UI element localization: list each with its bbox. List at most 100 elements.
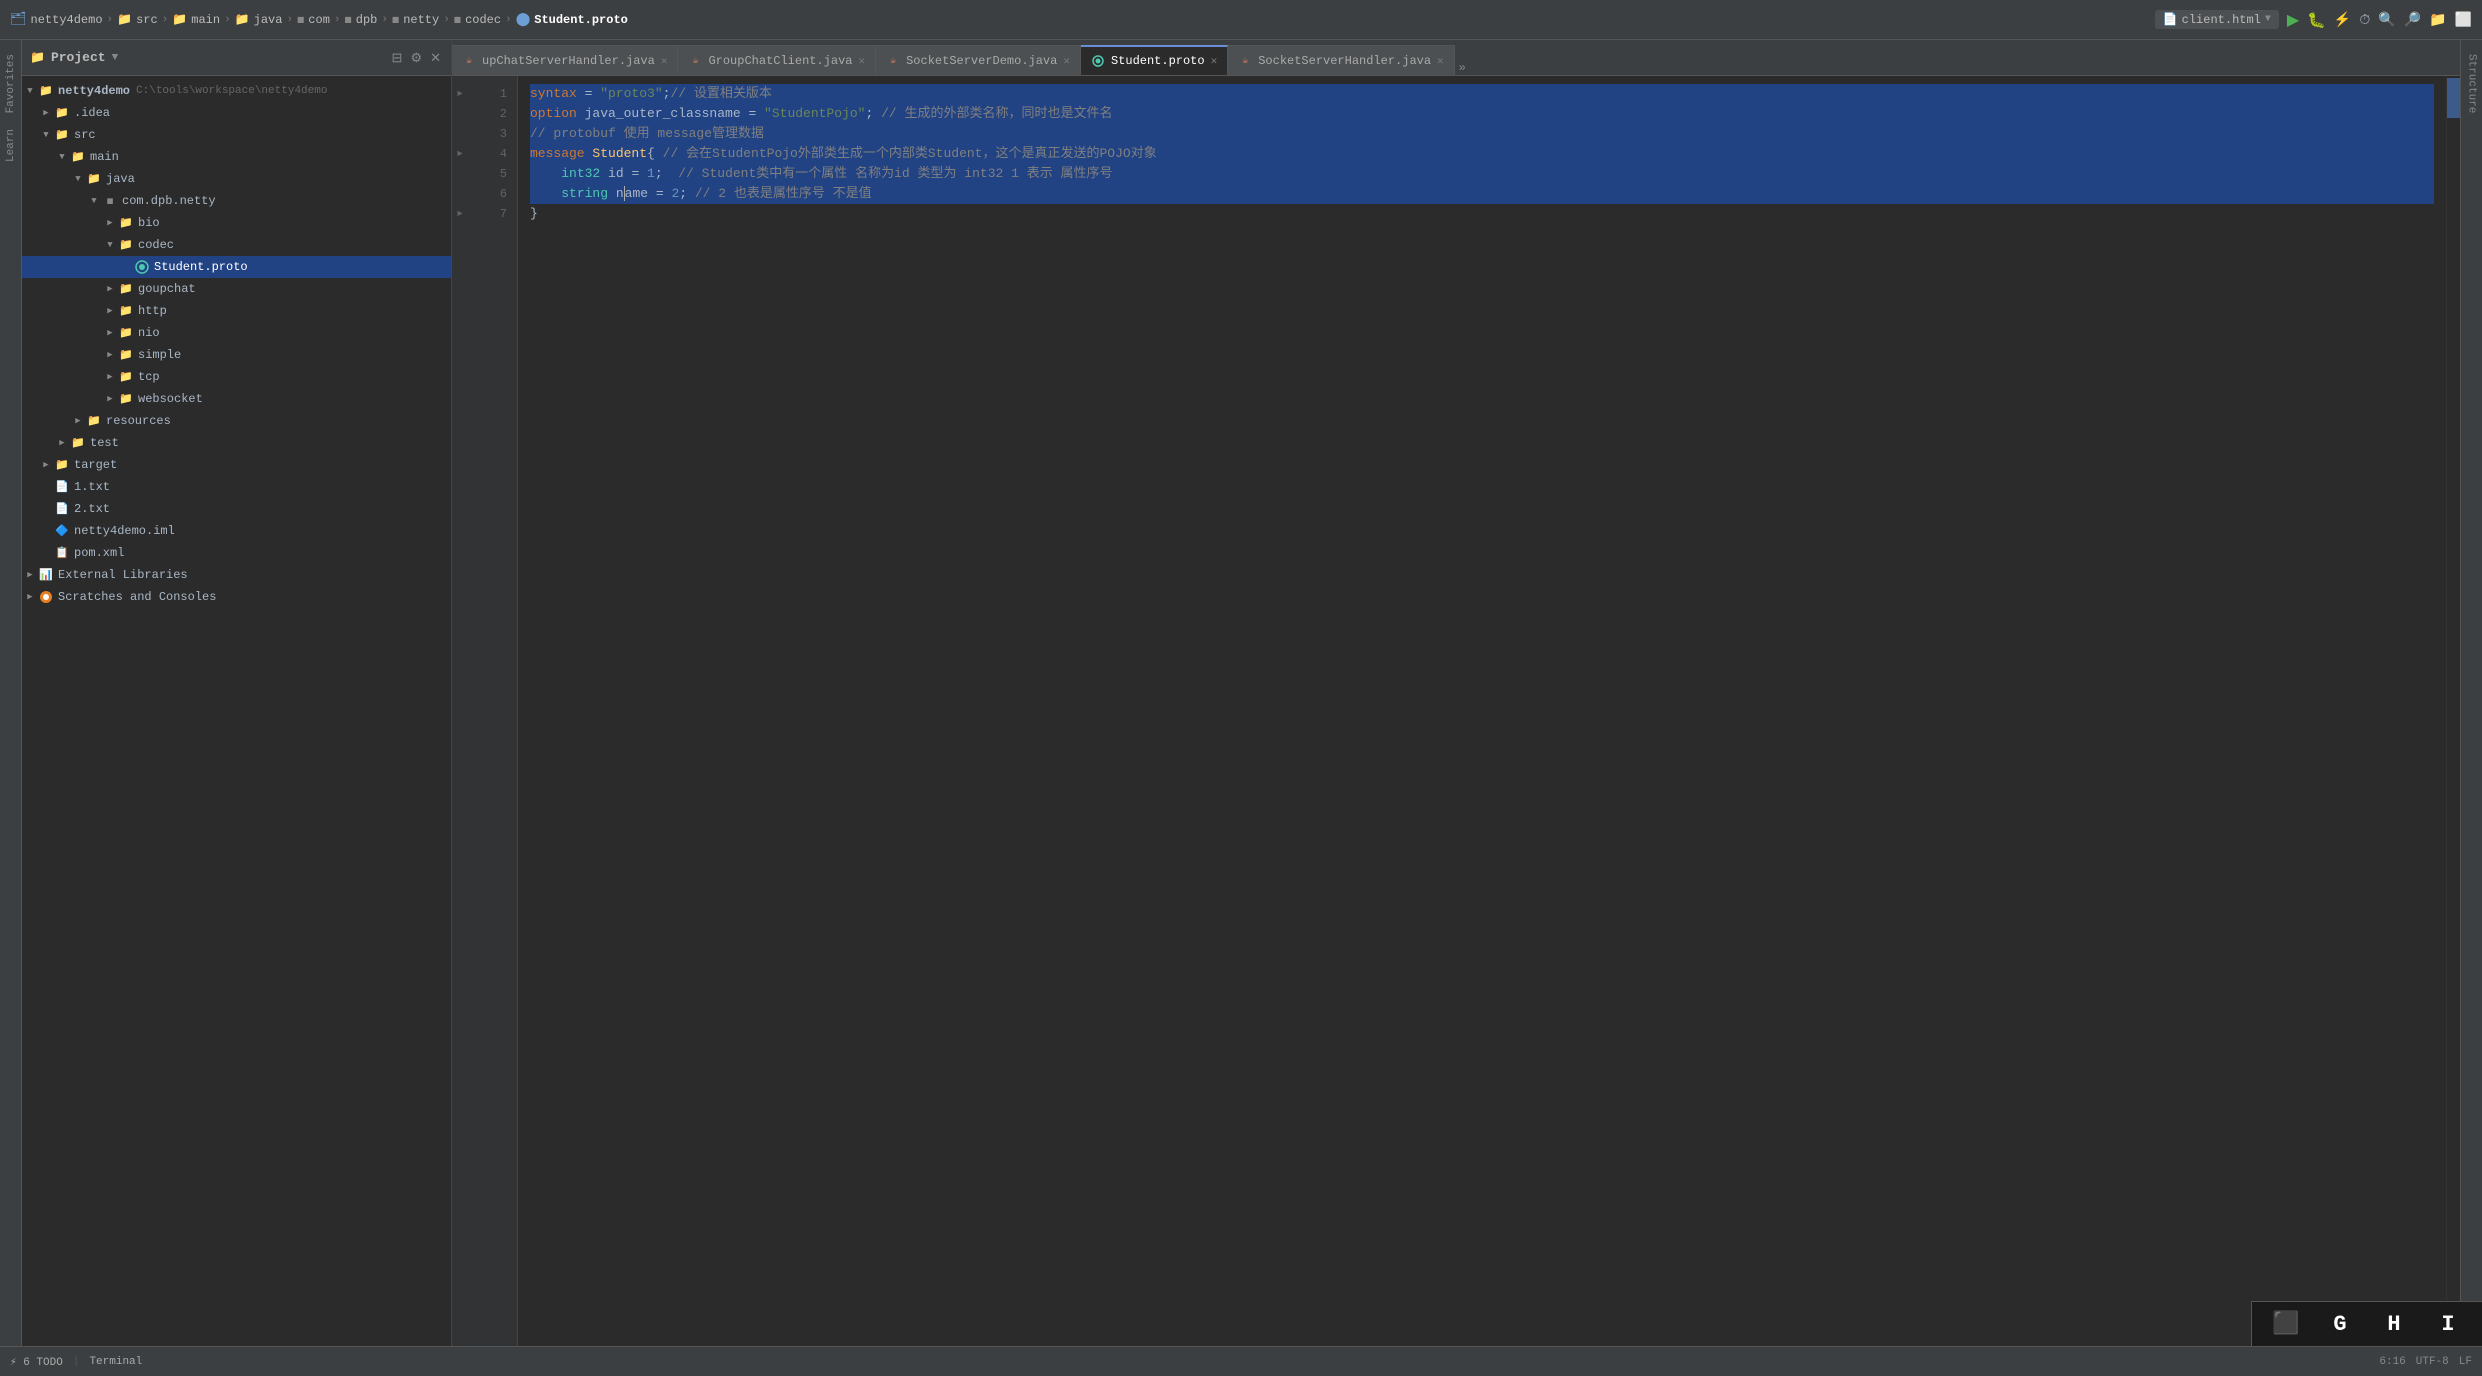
line-ending-indicator[interactable]: LF [2459,1356,2472,1368]
line-num-1: 1 [468,84,517,104]
code-line-4: message Student{ // 会在StudentPojo外部类生成一个… [530,144,2434,164]
tree-item-nio[interactable]: 📁 nio [22,322,451,344]
tree-item-ext-libs[interactable]: 📊 External Libraries [22,564,451,586]
resources-folder-icon: 📁 [86,413,102,429]
tree-label-scratches: Scratches and Consoles [58,590,216,604]
breadcrumb-dpb[interactable]: dpb [356,13,378,27]
debug-button[interactable]: 🐛 [2307,11,2326,29]
todo-button[interactable]: ⚡ 6 TODO [10,1355,63,1369]
scroll-gutter[interactable] [2446,76,2460,1376]
tab-overflow-button[interactable]: » [1459,61,1466,75]
tree-item-src[interactable]: 📁 src [22,124,451,146]
terminal-button[interactable]: Terminal [89,1356,142,1368]
indent-5 [530,166,561,181]
tree-item-idea[interactable]: 📁 .idea [22,102,451,124]
tree-item-student-proto[interactable]: Student.proto [22,256,451,278]
package-codec-icon: ◼ [454,12,461,27]
breadcrumb-netty4demo[interactable]: netty4demo [31,13,103,27]
encoding-indicator[interactable]: UTF-8 [2416,1356,2449,1368]
tree-item-pom-xml[interactable]: 📋 pom.xml [22,542,451,564]
folder-main-icon: 📁 [172,12,187,27]
test-folder-icon: 📁 [70,435,86,451]
gutter-indicator-4: ► [452,144,468,164]
sidebar-learn-label[interactable]: Learn [3,121,19,170]
gutter-indicator-6 [452,184,468,204]
structure-label[interactable]: Structure [2464,46,2480,121]
tree-item-websocket[interactable]: 📁 websocket [22,388,451,410]
pom-xml-icon: 📋 [54,545,70,561]
tree-item-bio[interactable]: 📁 bio [22,212,451,234]
tab-socketserverhandler-label: SocketServerHandler.java [1258,54,1431,68]
tab-socketserverdemo-close[interactable]: ✕ [1063,54,1070,68]
tab-studentproto-close[interactable]: ✕ [1211,54,1218,68]
tree-label-http: http [138,304,167,318]
semi-2: ; [865,106,881,121]
tree-item-java[interactable]: 📁 java [22,168,451,190]
breadcrumb-codec[interactable]: codec [465,13,501,27]
breadcrumb-src[interactable]: src [136,13,158,27]
cmt-4: // 会在StudentPojo外部类生成一个内部类Student，这个是真正发… [663,146,1157,161]
gutter-indicator-7: ► [452,204,468,224]
semi-5: ; [655,166,678,181]
tab-studentproto[interactable]: Student.proto ✕ [1081,45,1228,75]
tab-groupchatclient[interactable]: ☕ GroupChatClient.java ✕ [678,45,876,75]
field-id: id = [600,166,647,181]
tree-arrow-idea [38,108,54,118]
option-name: java_outer_classname = [577,106,764,121]
tree-item-netty4demo-iml[interactable]: 🔷 netty4demo.iml [22,520,451,542]
tree-item-target[interactable]: 📁 target [22,454,451,476]
scroll-thumb[interactable] [2447,78,2460,118]
profile-button[interactable]: ⏱ [2359,11,2370,28]
tab-socketserverhandler[interactable]: ☕ SocketServerHandler.java ✕ [1228,45,1454,75]
breadcrumb-com[interactable]: com [308,13,330,27]
run-button[interactable]: ▶ [2287,10,2299,30]
settings-button[interactable]: 📁 [2429,11,2446,28]
breadcrumb-studentproto[interactable]: Student.proto [534,13,628,27]
tab-bar: ☕ upChatServerHandler.java ✕ ☕ GroupChat… [452,40,2460,76]
taskbar-h[interactable]: H [2376,1306,2412,1342]
taskbar-usb[interactable]: ⬛ [2268,1306,2304,1342]
maximize-button[interactable]: ⬜ [2455,11,2472,28]
tree-item-com-dpb-netty[interactable]: ◼ com.dpb.netty [22,190,451,212]
panel-close-button[interactable]: ✕ [428,48,443,68]
tab-socketserverdemo[interactable]: ☕ SocketServerDemo.java ✕ [876,45,1081,75]
taskbar-i[interactable]: I [2430,1306,2466,1342]
tree-item-http[interactable]: 📁 http [22,300,451,322]
tree-arrow-websocket [102,394,118,404]
tree-item-1txt[interactable]: 📄 1.txt [22,476,451,498]
tab-groupchat[interactable]: ☕ upChatServerHandler.java ✕ [452,45,678,75]
breadcrumb-java[interactable]: java [254,13,283,27]
taskbar-g[interactable]: G [2322,1306,2358,1342]
panel-settings-button[interactable]: ⚙ [408,48,424,68]
tree-item-test[interactable]: 📁 test [22,432,451,454]
breadcrumb-main[interactable]: main [191,13,220,27]
tab-groupchatclient-close[interactable]: ✕ [858,54,865,68]
run-config-selector[interactable]: 📄 client.html ▼ [2155,10,2279,29]
letter-g-icon: G [2333,1312,2346,1337]
tree-item-netty4demo[interactable]: 📁 netty4demo C:\tools\workspace\netty4de… [22,80,451,102]
tree-item-simple[interactable]: 📁 simple [22,344,451,366]
goupchat-folder-icon: 📁 [118,281,134,297]
code-editor[interactable]: syntax = "proto3";// 设置相关版本 option java_… [518,76,2446,1376]
tree-label-goupchat: goupchat [138,282,196,296]
panel-collapse-all-button[interactable]: ⊟ [390,48,405,68]
coverage-button[interactable]: ⚡ [2334,11,2351,28]
tree-item-goupchat[interactable]: 📁 goupchat [22,278,451,300]
sidebar-favorites-label[interactable]: Favorites [3,46,19,121]
tree-item-tcp[interactable]: 📁 tcp [22,366,451,388]
tree-item-resources[interactable]: 📁 resources [22,410,451,432]
tree-item-scratches[interactable]: Scratches and Consoles [22,586,451,608]
tab-socketserverhandler-close[interactable]: ✕ [1437,54,1444,68]
search-everywhere-button[interactable]: 🔎 [2404,11,2421,28]
tree-item-main[interactable]: 📁 main [22,146,451,168]
simple-folder-icon: 📁 [118,347,134,363]
tree-item-2txt[interactable]: 📄 2.txt [22,498,451,520]
1txt-icon: 📄 [54,479,70,495]
breadcrumb-netty[interactable]: netty [403,13,439,27]
tree-label-bio: bio [138,216,160,230]
tab-groupchat-close[interactable]: ✕ [661,54,668,68]
tree-item-codec[interactable]: 📁 codec [22,234,451,256]
find-button[interactable]: 🔍 [2378,11,2395,28]
letter-h-icon: H [2387,1312,2400,1337]
project-panel-dropdown[interactable]: ▼ [112,52,119,64]
